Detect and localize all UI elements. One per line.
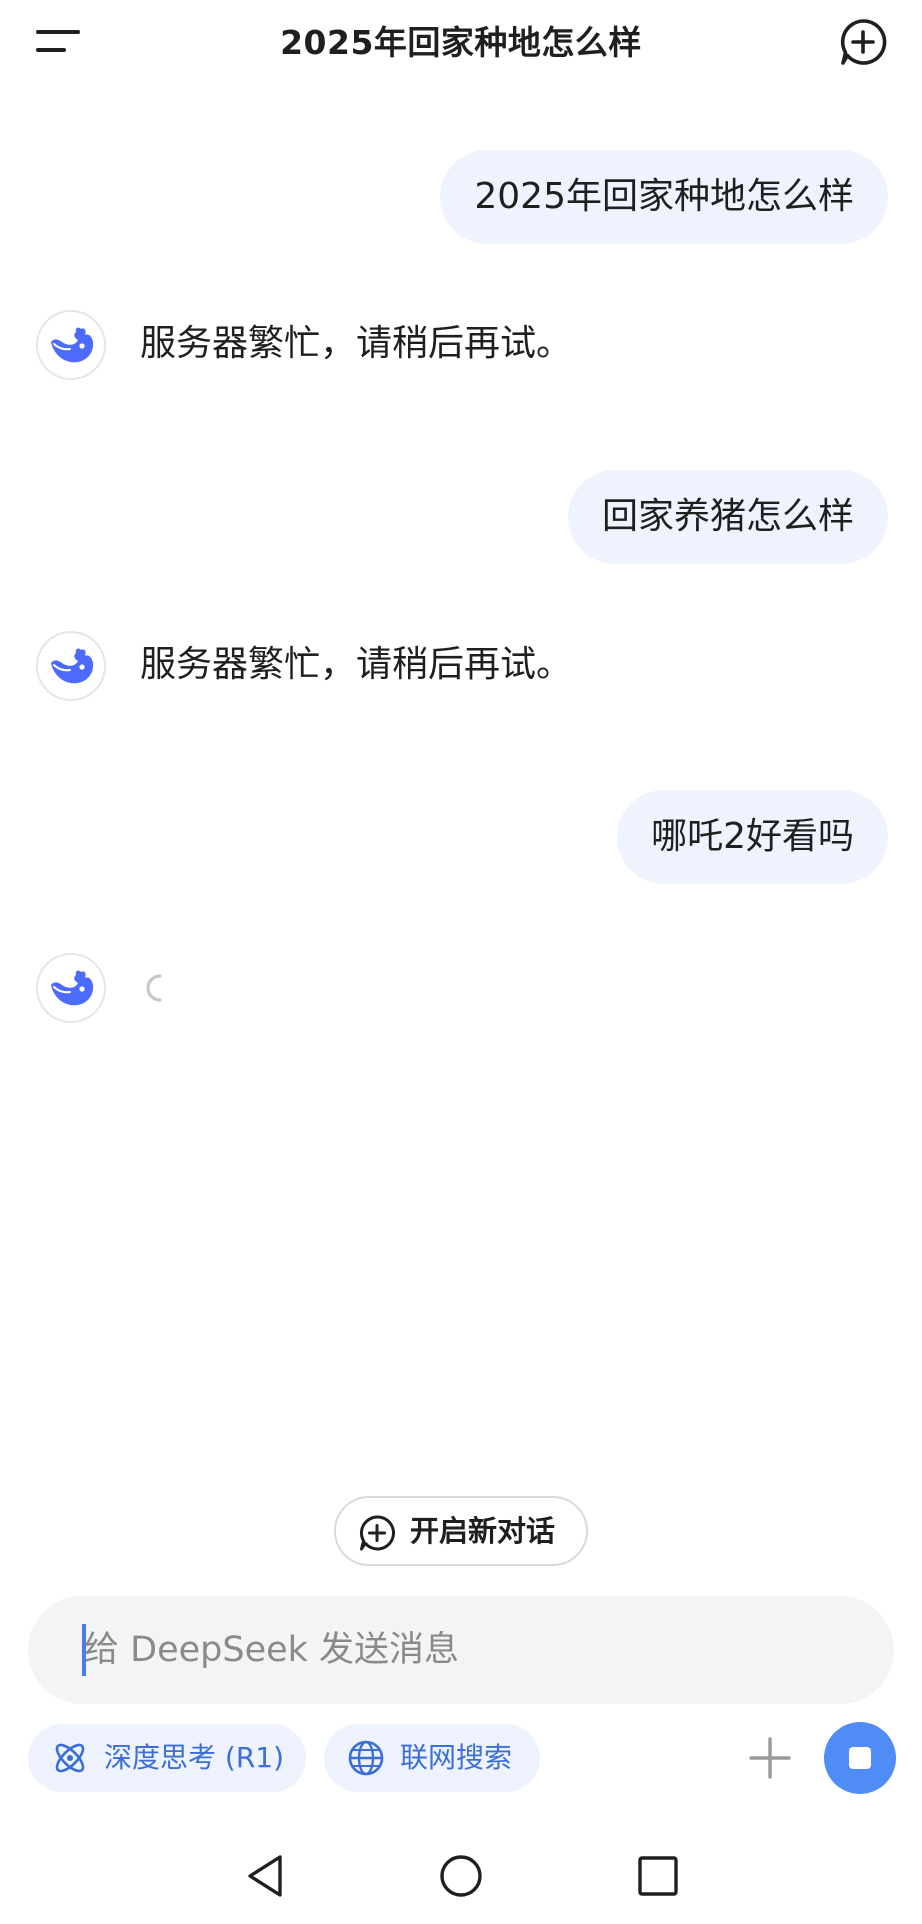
deep-think-label: 深度思考 (R1) [104,1741,285,1774]
back-triangle-icon[interactable] [242,1852,290,1900]
new-conversation-button[interactable]: 开启新对话 [334,1496,588,1566]
message-input[interactable]: 给 DeepSeek 发送消息 [28,1596,894,1704]
page-title: 2025年回家种地怎么样 [280,23,642,62]
user-message[interactable]: 回家养猪怎么样 [567,470,888,564]
chat-plus-icon[interactable] [838,17,888,67]
web-search-label: 联网搜索 [400,1741,513,1774]
web-search-toggle[interactable]: 联网搜索 [324,1724,540,1792]
top-bar: 2025年回家种地怎么样 [0,0,922,82]
new-conversation-label: 开启新对话 [410,1514,556,1548]
whale-icon [51,648,94,684]
stop-generation-button[interactable] [824,1722,896,1794]
user-message[interactable]: 哪吒2好看吗 [617,790,888,884]
plus-icon[interactable] [748,1736,792,1780]
user-message[interactable]: 2025年回家种地怎么样 [440,150,888,244]
whale-icon [51,970,94,1006]
menu-icon-bar-bottom [36,48,66,52]
chat-screen: 2025年回家种地怎么样 2025年回家种地怎么样 服务器繁忙，请稍后再试。 回… [0,0,922,1924]
atom-icon [55,1743,85,1773]
recents-square-icon[interactable] [634,1852,682,1900]
loading-spinner-icon [140,971,170,1005]
deep-think-toggle[interactable]: 深度思考 (R1) [28,1724,306,1792]
menu-icon[interactable] [36,26,82,56]
deepseek-avatar [36,310,106,380]
globe-icon [348,1740,384,1776]
assistant-message-text[interactable]: 服务器繁忙，请稍后再试。 [140,318,572,370]
deepseek-avatar [36,953,106,1023]
menu-icon-bar-top [36,30,80,34]
home-circle-icon[interactable] [437,1852,485,1900]
deepseek-avatar [36,631,106,701]
assistant-message-text[interactable]: 服务器繁忙，请稍后再试。 [140,639,572,691]
message-input-placeholder: 给 DeepSeek 发送消息 [84,1630,460,1670]
stop-icon [849,1747,871,1769]
chat-plus-icon [360,1515,396,1551]
whale-icon [51,327,94,363]
